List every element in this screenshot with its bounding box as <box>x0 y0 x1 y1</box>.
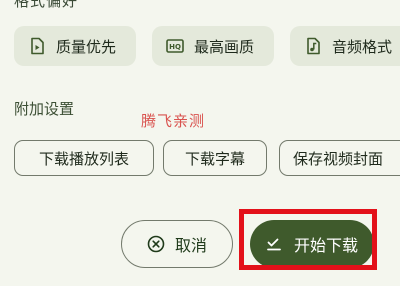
option-download-playlist[interactable]: 下载播放列表 <box>14 140 154 176</box>
svg-text:HQ: HQ <box>169 43 181 51</box>
format-chip-audio-format[interactable]: 音频格式 <box>290 26 400 66</box>
option-label: 下载字幕 <box>184 149 245 168</box>
additional-settings-row: 下载播放列表 下载字幕 保存视频封面 <box>0 140 400 178</box>
cancel-circle-icon <box>147 235 165 253</box>
cancel-button[interactable]: 取消 <box>121 220 233 268</box>
section-title-format-preference: 格式偏好 <box>14 0 79 10</box>
start-download-button[interactable]: 开始下载 <box>250 220 374 268</box>
start-download-label: 开始下载 <box>293 236 358 255</box>
format-options-row: 质量优先 HQ 最高画质 音频格式 <box>0 26 400 68</box>
format-chip-highest-quality[interactable]: HQ 最高画质 <box>152 26 274 66</box>
check-download-icon <box>267 238 281 251</box>
music-note-icon <box>307 37 320 55</box>
video-file-icon <box>31 37 44 55</box>
watermark-text: 腾飞亲测 <box>141 112 206 130</box>
option-download-subtitles[interactable]: 下载字幕 <box>163 140 267 176</box>
format-chip-label: 最高画质 <box>194 37 255 56</box>
cancel-button-label: 取消 <box>174 236 207 255</box>
format-chip-label: 音频格式 <box>332 37 393 56</box>
additional-settings-label: 附加设置 <box>14 100 75 118</box>
option-label: 下载播放列表 <box>38 149 129 168</box>
option-label: 保存视频封面 <box>293 149 384 168</box>
hq-icon: HQ <box>166 39 184 53</box>
format-chip-quality-first[interactable]: 质量优先 <box>14 26 136 66</box>
option-save-video-cover[interactable]: 保存视频封面 <box>279 140 400 176</box>
format-chip-label: 质量优先 <box>56 37 117 56</box>
